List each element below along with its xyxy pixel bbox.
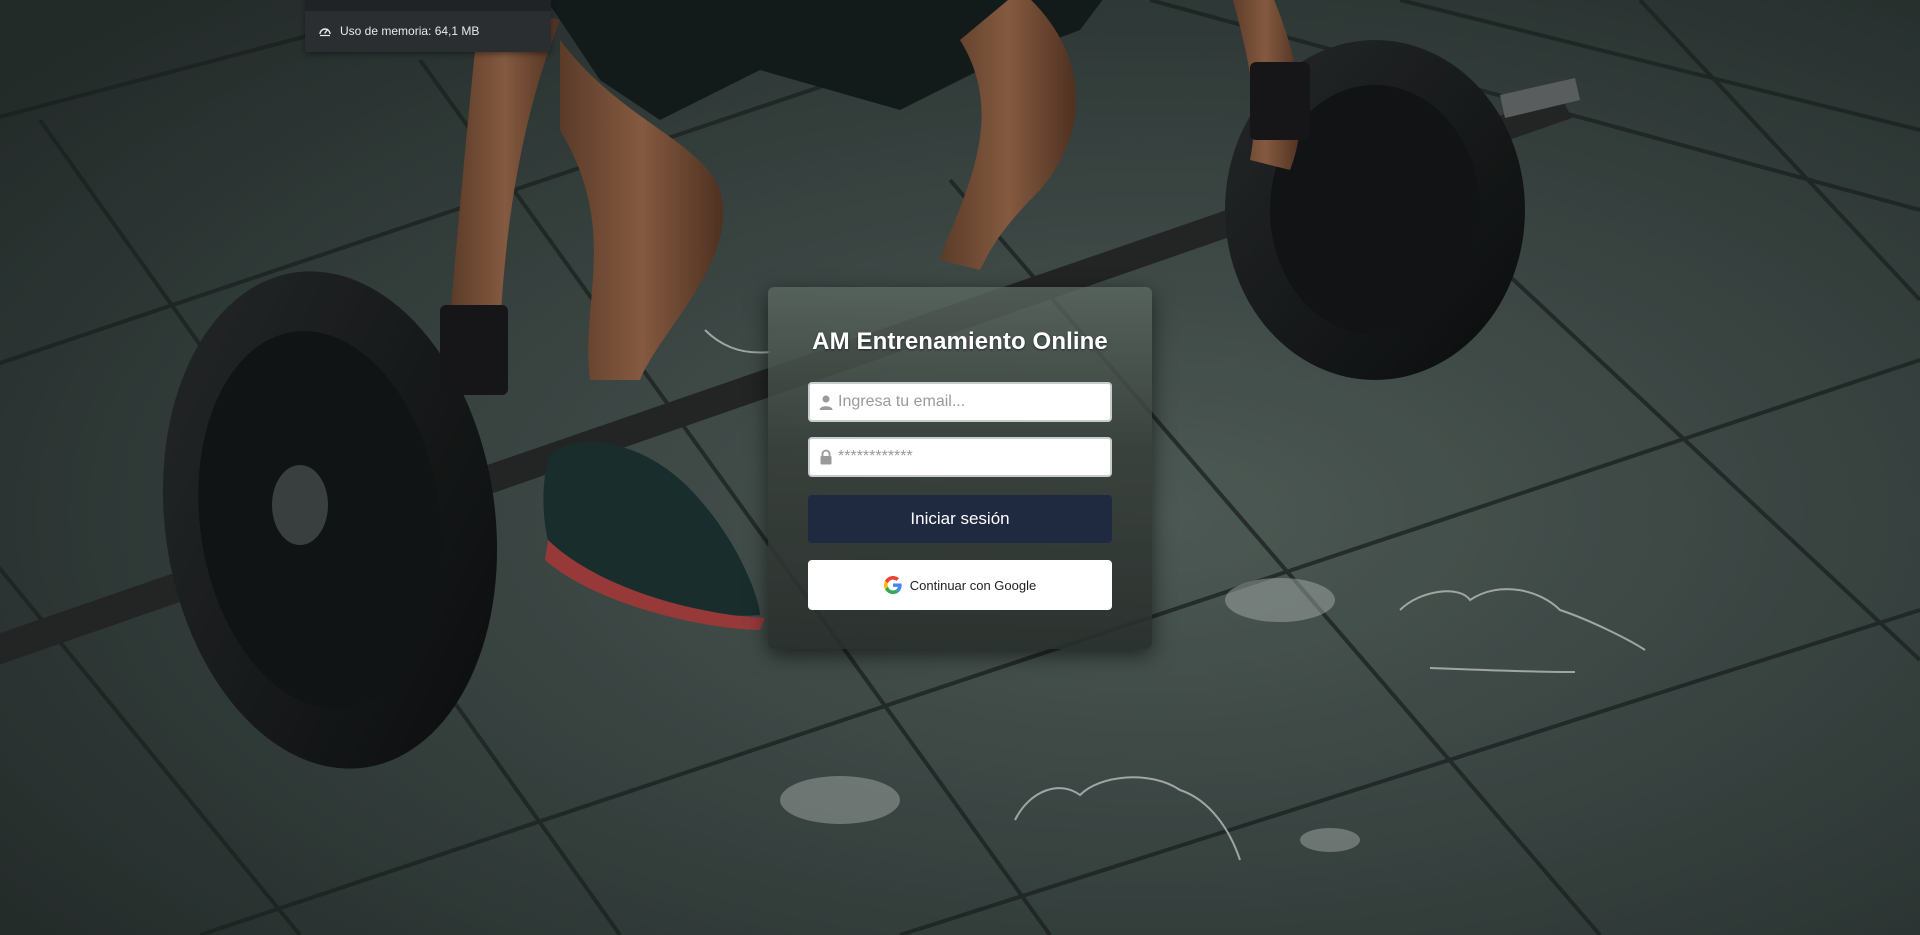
login-title: AM Entrenamiento Online xyxy=(812,328,1108,355)
email-field[interactable] xyxy=(808,382,1112,422)
email-input[interactable] xyxy=(838,384,1106,420)
google-login-button[interactable]: Continuar con Google xyxy=(808,560,1112,610)
memory-usage-label: Uso de memoria: 64,1 MB xyxy=(340,24,480,38)
lock-icon xyxy=(818,449,834,465)
gauge-icon xyxy=(318,24,332,38)
google-button-label: Continuar con Google xyxy=(909,577,1037,593)
memory-usage-row: Uso de memoria: 64,1 MB xyxy=(318,24,479,38)
password-input[interactable] xyxy=(838,439,1106,475)
login-card: AM Entrenamiento Online Iniciar sesión xyxy=(768,287,1152,649)
login-button-label: Iniciar sesión xyxy=(910,509,1010,528)
user-icon xyxy=(818,394,834,410)
login-button[interactable]: Iniciar sesión xyxy=(808,495,1112,543)
google-icon xyxy=(883,576,902,594)
memory-usage-tooltip: Uso de memoria: 64,1 MB xyxy=(305,0,551,52)
password-field[interactable] xyxy=(808,437,1112,477)
tooltip-top-strip xyxy=(305,0,551,11)
